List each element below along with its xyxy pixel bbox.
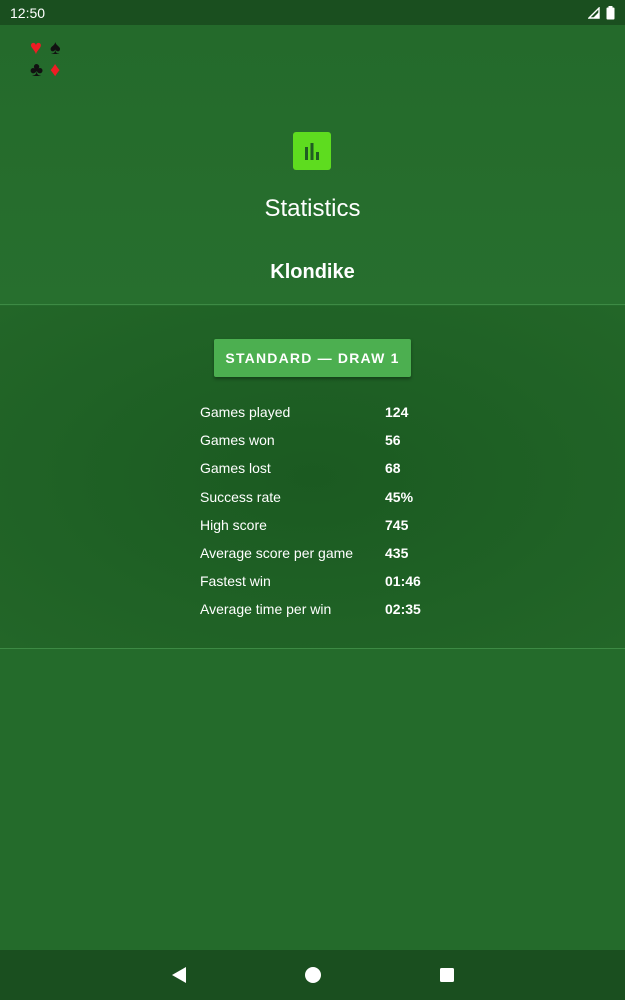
suits-logo: ♥ ♠ ♣ ♦ [30, 37, 70, 81]
stat-row: High score 745 [200, 511, 460, 539]
back-icon [171, 967, 186, 983]
stat-value: 745 [385, 516, 409, 533]
status-icons [588, 5, 615, 20]
stat-row: Success rate 45% [200, 483, 460, 511]
stat-value: 124 [385, 404, 409, 421]
stat-row: Games played 124 [200, 398, 460, 426]
bar-chart-icon [293, 132, 331, 170]
home-icon [304, 967, 321, 983]
stat-row: Average time per win 02:35 [200, 595, 460, 623]
recents-button[interactable] [380, 950, 514, 1000]
status-time: 12:50 [10, 4, 46, 21]
stat-value: 68 [385, 460, 401, 477]
stat-value: 56 [385, 432, 401, 449]
stats-panel: STANDARD — DRAW 1 Games played 124 Games… [0, 306, 625, 649]
spade-icon: ♠ [50, 37, 61, 59]
stat-row: Games lost 68 [200, 454, 460, 482]
mode-button[interactable]: STANDARD — DRAW 1 [214, 339, 411, 377]
club-icon: ♣ [30, 59, 44, 81]
signal-icon [588, 6, 600, 19]
status-bar: 12:50 [0, 0, 625, 25]
diamond-icon: ♦ [50, 59, 61, 81]
battery-icon [606, 5, 615, 19]
stat-value: 435 [385, 545, 409, 562]
stats-table: Games played 124 Games won 56 Games lost… [200, 398, 460, 624]
navigation-bar [0, 950, 625, 1000]
stat-label: Games won [200, 432, 275, 449]
stat-label: High score [200, 516, 267, 533]
stat-row: Fastest win 01:46 [200, 567, 460, 595]
stat-row: Games won 56 [200, 426, 460, 454]
recents-icon [439, 968, 454, 982]
stat-row: Average score per game 435 [200, 539, 460, 567]
page-title: Statistics [264, 195, 361, 222]
stat-value: 01:46 [385, 573, 421, 590]
stat-label: Games played [200, 404, 291, 421]
home-button[interactable] [246, 950, 380, 1000]
back-button[interactable] [112, 950, 246, 1000]
heart-icon: ♥ [30, 37, 42, 59]
stat-label: Average time per win [200, 601, 332, 618]
game-name: Klondike [270, 261, 355, 283]
stat-label: Success rate [200, 488, 281, 505]
stat-label: Average score per game [200, 545, 354, 562]
stat-label: Fastest win [200, 573, 271, 590]
header: ♥ ♠ ♣ ♦ Statistics Klondike [0, 25, 625, 305]
stat-value: 02:35 [385, 601, 421, 618]
stat-label: Games lost [200, 460, 271, 477]
stat-value: 45% [385, 488, 414, 505]
